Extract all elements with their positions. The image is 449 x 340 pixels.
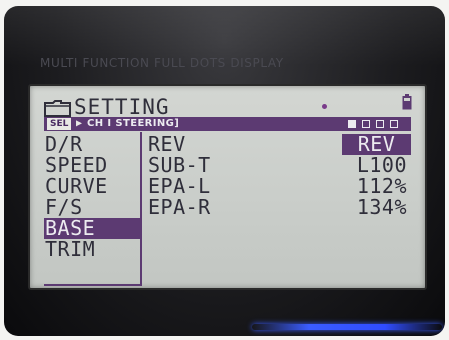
menu-item-base[interactable]: BASE — [44, 218, 140, 239]
status-led-strip — [252, 324, 442, 330]
menu-item-fs[interactable]: F/S — [44, 197, 140, 218]
menu-item-speed[interactable]: SPEED — [44, 155, 140, 176]
transmitter-body: MULTI FUNCTION FULL DOTS DISPLAY SETTING… — [4, 6, 445, 336]
page-indicator-1 — [348, 120, 356, 128]
menu-divider — [140, 132, 142, 286]
menu-bottom-divider — [44, 284, 142, 286]
channel-header-bar: SEL ▶ CH I STEERING] — [44, 117, 411, 131]
menu-list: D/R SPEED CURVE F/S BASE TRIM — [44, 134, 140, 260]
page-title: SETTING — [74, 95, 170, 119]
param-value-epa-l[interactable]: 112% — [280, 176, 411, 197]
param-value-epa-r[interactable]: 134% — [280, 197, 411, 218]
param-value-column: REV L100 112% 134% — [280, 134, 411, 218]
channel-label: CH I STEERING] — [87, 118, 180, 129]
page-indicator-3 — [376, 120, 384, 128]
param-value-rev[interactable]: REV — [342, 134, 411, 155]
sel-arrow-icon: ▶ — [76, 118, 83, 129]
page-indicator-2 — [362, 120, 370, 128]
status-dot-icon — [322, 104, 327, 109]
menu-item-dr[interactable]: D/R — [44, 134, 140, 155]
lcd-screen: SETTING SEL ▶ CH I STEERING] D/R SPEED C… — [28, 84, 427, 290]
page-indicator-4 — [390, 120, 398, 128]
menu-item-curve[interactable]: CURVE — [44, 176, 140, 197]
battery-icon — [402, 94, 412, 110]
param-value-sub-t[interactable]: L100 — [280, 155, 411, 176]
sel-tag: SEL — [47, 118, 72, 130]
bezel-caption: MULTI FUNCTION FULL DOTS DISPLAY — [40, 56, 284, 70]
menu-item-trim[interactable]: TRIM — [44, 239, 140, 260]
folder-icon — [44, 100, 71, 117]
